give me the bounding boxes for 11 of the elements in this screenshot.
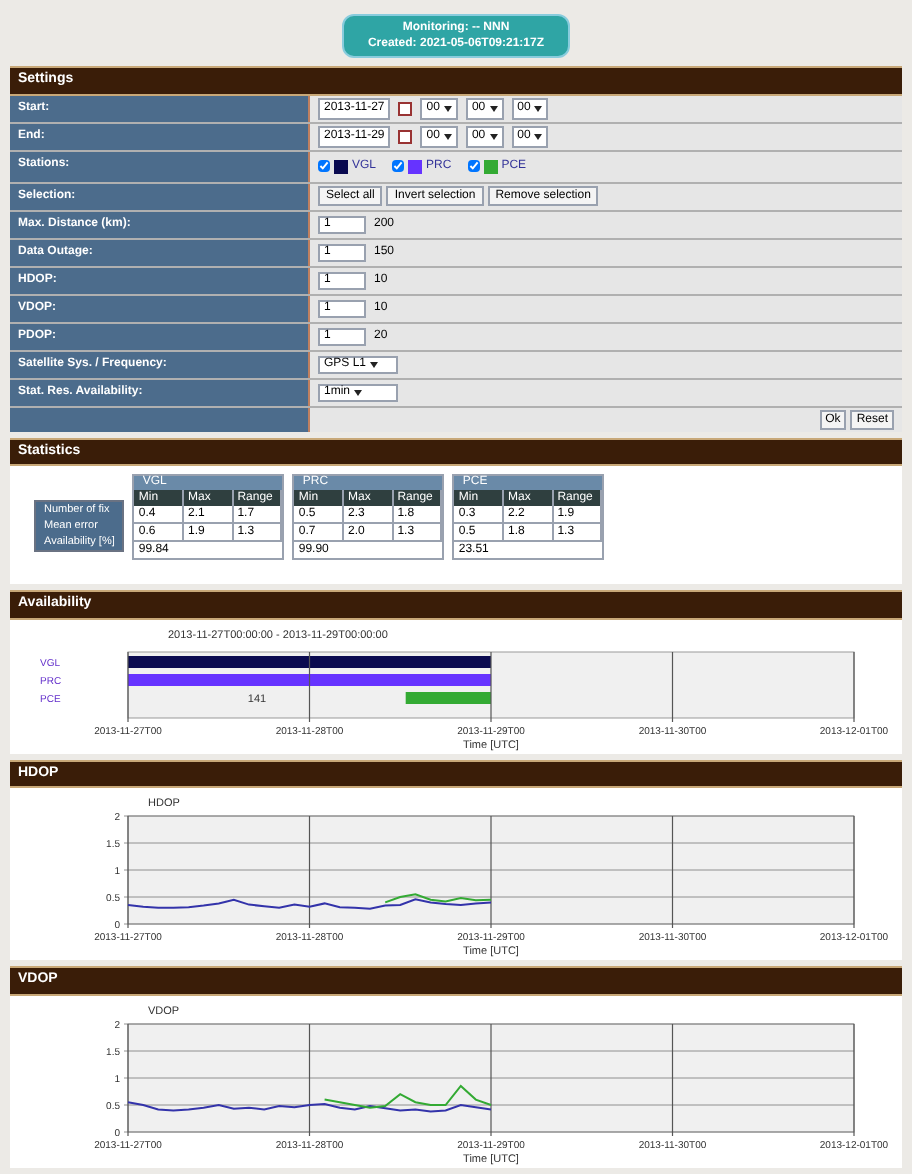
caret-icon: [354, 389, 363, 395]
caret-icon: [489, 105, 498, 111]
caret-icon: [443, 105, 452, 111]
caret-icon: [534, 133, 543, 139]
caret-icon: [370, 361, 379, 367]
caret-icon: [443, 133, 452, 139]
caret-icon: [489, 133, 498, 139]
station-checkbox[interactable]: [392, 160, 405, 172]
caret-icon: [534, 105, 543, 111]
station-checkbox[interactable]: [467, 160, 480, 172]
station-checkbox[interactable]: [318, 160, 330, 172]
